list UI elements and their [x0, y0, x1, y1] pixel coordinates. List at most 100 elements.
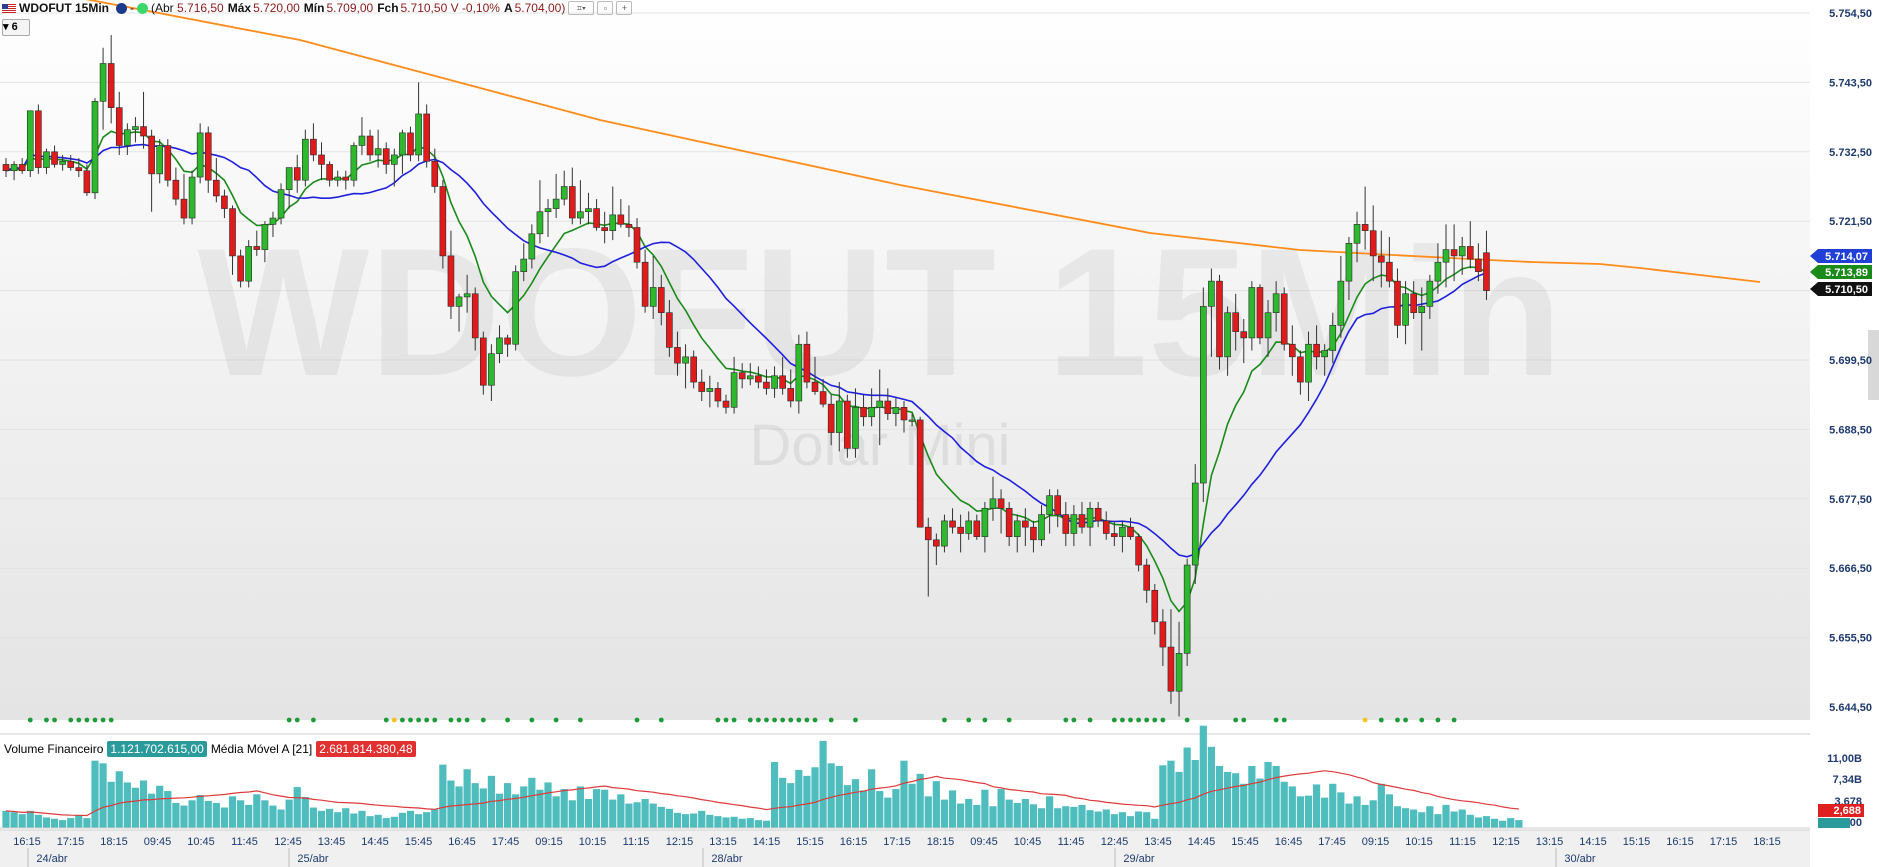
volume-ma-label: Média Móvel A [21]	[210, 742, 313, 756]
volume-bar	[455, 786, 463, 828]
signal-dot-green	[294, 717, 300, 723]
exchange-icon[interactable]	[116, 2, 127, 14]
signal-dot-green	[1136, 717, 1141, 723]
candle-up	[277, 189, 285, 219]
candle-up	[649, 287, 657, 307]
time-tick: 11:45	[231, 836, 258, 848]
signal-dot-green	[432, 717, 438, 723]
candle-down	[1216, 280, 1223, 358]
candle-down	[1094, 507, 1102, 522]
volume-bar	[989, 806, 997, 828]
volume-bar	[228, 796, 237, 828]
volume-bar	[584, 798, 593, 828]
candle-down	[1102, 520, 1110, 534]
candle-up	[1183, 564, 1191, 654]
volume-bar	[1248, 765, 1256, 828]
time-tick: 13:45	[1144, 836, 1172, 848]
time-tick: 10:15	[1405, 836, 1433, 848]
candle-down	[1167, 646, 1175, 692]
signal-dot-green	[68, 717, 74, 723]
volume-bar	[673, 812, 682, 828]
time-tick: 17:15	[57, 836, 85, 848]
candle-up	[892, 407, 900, 414]
volume-bar	[900, 760, 908, 828]
candle-down	[471, 293, 479, 339]
tools-dropdown-icon[interactable]: ⌗▾	[568, 1, 595, 15]
candle-down	[811, 381, 819, 392]
candle-down	[1030, 526, 1037, 541]
price-tick: 5.688,50	[1829, 424, 1872, 436]
candle-down	[407, 132, 414, 156]
candle-down	[674, 347, 681, 364]
volume-bar	[139, 780, 148, 828]
signal-dot-green	[715, 717, 721, 723]
candle-up	[577, 211, 584, 219]
candle-up	[26, 110, 34, 172]
volume-bar	[835, 765, 843, 828]
candle-down	[180, 198, 188, 219]
signal-dot-green	[1160, 717, 1166, 723]
volume-bar	[342, 808, 350, 828]
volume-bar	[1507, 818, 1515, 828]
volume-bar	[366, 816, 374, 828]
candle-up	[1272, 293, 1280, 313]
volume-bar	[1167, 760, 1175, 828]
signal-dot-green	[658, 717, 664, 723]
volume-label: Volume Financeiro	[4, 742, 104, 756]
candle-down	[1450, 249, 1458, 257]
volume-bar	[1458, 809, 1466, 828]
candle-up	[1458, 246, 1466, 257]
signal-dot-green	[1233, 717, 1239, 723]
signal-dot-green	[408, 717, 413, 723]
volume-bar	[50, 818, 59, 828]
volume-bar	[706, 814, 714, 828]
volume-bar	[730, 816, 738, 828]
candle-up	[552, 198, 560, 209]
volume-bar	[1199, 725, 1207, 828]
candle-up	[285, 167, 293, 190]
price-chart[interactable]: WDOFUT 15Min Dolar Mini 5.754,505.743,50…	[0, 0, 1879, 867]
date-label: 24/abr	[36, 853, 68, 865]
volume-bar	[787, 783, 795, 828]
time-tick: 15:45	[405, 836, 433, 848]
signal-dot-green	[1152, 717, 1158, 723]
candle-down	[293, 167, 301, 181]
ask-value: 5.704,00)	[514, 1, 566, 15]
volume-bar	[406, 810, 415, 828]
candle-down	[1240, 331, 1248, 339]
price-badge-text: 5.714,07	[1825, 251, 1868, 263]
signal-dot-green	[942, 717, 947, 723]
candle-down	[1062, 514, 1070, 534]
signal-dot-green	[966, 717, 972, 723]
candle-down	[1394, 280, 1401, 326]
volume-bar	[1151, 818, 1159, 828]
volume-bar	[544, 782, 552, 828]
volume-bar	[1054, 808, 1062, 828]
add-icon[interactable]: +	[616, 1, 633, 15]
signal-dot-green	[764, 717, 769, 723]
signal-dot-green	[76, 717, 82, 723]
volume-bar	[1499, 820, 1507, 828]
volume-bar	[334, 812, 342, 828]
signal-dot-green	[92, 717, 98, 723]
candle-down	[83, 170, 91, 194]
candle-down	[698, 381, 706, 392]
candle-up	[876, 400, 884, 408]
candle-up	[59, 160, 66, 165]
candle-up	[746, 375, 754, 380]
signal-dot-yellow	[1362, 717, 1368, 723]
chart-header: WDOFUT 15Min - (Abr 5.716,50 Máx 5.720,00…	[0, 0, 633, 16]
candle-down	[593, 208, 600, 228]
indicator-count-button[interactable]: ▾ 6	[2, 19, 30, 36]
volume-bar	[1223, 771, 1232, 828]
candle-down	[140, 126, 147, 137]
volume-bar	[172, 802, 180, 828]
volume-bar	[237, 800, 245, 828]
date-label: 25/abr	[297, 853, 329, 865]
candle-down	[1297, 356, 1304, 383]
minimize-icon[interactable]: ▫	[597, 1, 614, 15]
candle-down	[738, 372, 746, 380]
volume-bar	[1086, 810, 1094, 828]
volume-bar	[746, 818, 754, 828]
candle-up	[455, 296, 463, 307]
